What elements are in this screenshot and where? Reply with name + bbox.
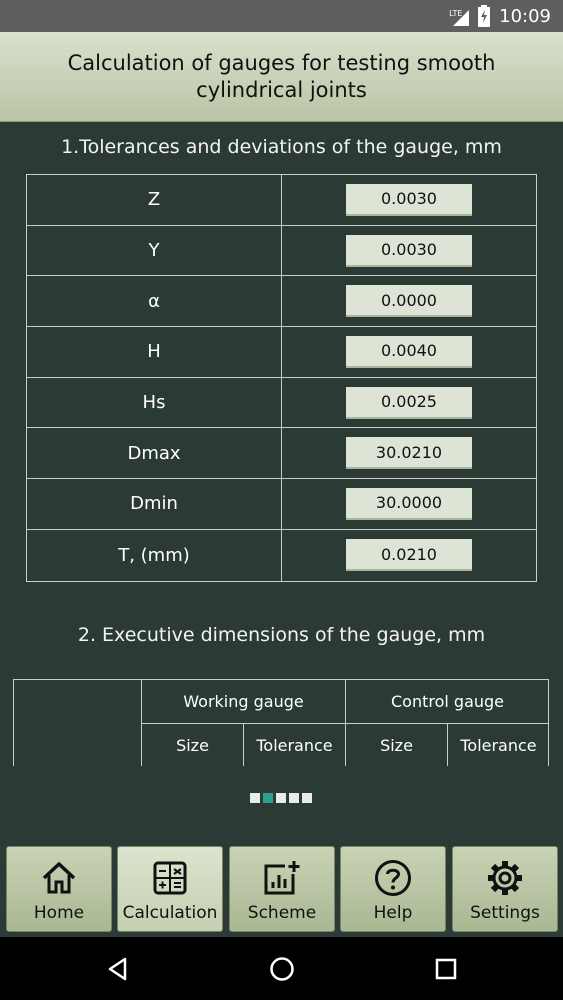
row-label: Dmin [27,479,282,529]
dimensions-table: Working gauge Control gauge Size Toleran… [13,679,549,766]
back-icon[interactable] [96,947,140,991]
page-dot[interactable] [289,793,299,803]
section1-title: 1.Tolerances and deviations of the gauge… [61,136,502,158]
control-tolerance-header: Tolerance [447,724,549,766]
battery-icon [478,5,491,27]
row-label: Z [27,175,282,225]
table-border [13,680,14,766]
control-gauge-header: Control gauge [345,680,549,723]
control-size-header: Size [345,724,447,766]
row-label: Y [27,225,282,276]
table-row: α 0.0000 [27,276,536,328]
status-bar: LTE 10:09 [0,0,563,32]
table-row: Hs 0.0025 [27,377,536,429]
settings-button[interactable]: Settings [452,846,558,932]
t-value-field[interactable]: 0.0210 [346,539,472,572]
settings-label: Settings [470,903,540,923]
page-dot[interactable] [250,793,260,803]
table-row: Dmin 30.0000 [27,479,536,530]
status-icons: LTE 10:09 [449,0,551,32]
calculation-label: Calculation [122,903,218,923]
section2-title: 2. Executive dimensions of the gauge, mm [77,624,486,646]
dmin-value-field[interactable]: 30.0000 [346,487,472,520]
home-label: Home [33,903,85,923]
calculation-button[interactable]: Calculation [117,846,223,932]
page-dot[interactable] [276,793,286,803]
home-button[interactable]: Home [6,846,112,932]
table-row: H 0.0040 [27,327,536,378]
page-indicator [250,793,312,803]
working-size-header: Size [141,724,243,766]
working-tolerance-header: Tolerance [243,724,345,766]
signal-icon: LTE [449,6,470,26]
table-row: Dmax 30.0210 [27,428,536,480]
chart-add-icon [263,859,301,897]
status-time: 10:09 [499,5,551,27]
page-title-line-2: cylindrical joints [196,77,367,102]
table-row: Z 0.0030 [27,175,536,226]
tolerance-table: Z 0.0030 Y 0.0030 α 0.0000 H 0.0040 Hs 0… [26,174,537,582]
row-label: Dmax [27,428,282,479]
calculator-icon [151,859,189,897]
row-label: Hs [27,377,282,428]
row-label: α [27,276,282,327]
row-label: T, (mm) [27,529,282,581]
h-value-field[interactable]: 0.0040 [346,335,472,368]
help-button[interactable]: Help [340,846,446,932]
home-circle-icon[interactable] [260,947,304,991]
table-row: Y 0.0030 [27,225,536,277]
scheme-button[interactable]: Scheme [229,846,335,932]
gear-icon [486,859,524,897]
z-value-field[interactable]: 0.0030 [346,183,472,216]
scheme-label: Scheme [247,903,317,923]
row-label: H [27,327,282,377]
hs-value-field[interactable]: 0.0025 [346,386,472,419]
home-icon [40,859,78,897]
page-dot[interactable] [302,793,312,803]
dmax-value-field[interactable]: 30.0210 [346,437,472,470]
y-value-field[interactable]: 0.0030 [346,234,472,267]
table-row: T, (mm) 0.0210 [27,529,536,581]
help-label: Help [373,903,413,923]
page-dot-active[interactable] [263,793,273,803]
recents-icon[interactable] [424,947,468,991]
bottom-navigation: Home Calculation Scheme Help Settings [0,843,563,937]
alpha-value-field[interactable]: 0.0000 [346,285,472,318]
page-header: Calculation of gauges for testing smooth… [0,32,563,122]
system-navigation-bar [0,937,563,1000]
help-icon [374,859,412,897]
page-title-line-1: Calculation of gauges for testing smooth [67,50,496,75]
working-gauge-header: Working gauge [141,680,345,723]
